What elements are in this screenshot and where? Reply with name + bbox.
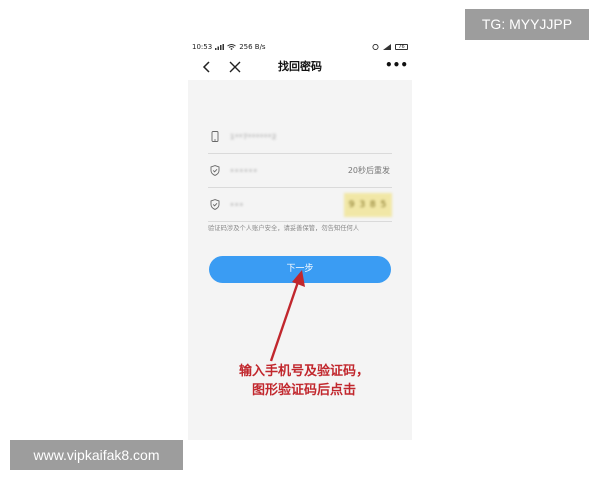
- annotation-line-1: 输入手机号及验证码，: [238, 364, 369, 379]
- shield-icon: [210, 199, 220, 210]
- wifi-icon: [227, 44, 236, 50]
- recovery-form: 1**7******2 •••••• 20秒后重发 ••• 9 3 8 5: [208, 120, 392, 222]
- alarm-icon: [372, 44, 379, 50]
- close-icon[interactable]: [228, 60, 242, 74]
- security-notice: 验证码涉及个人账户安全，请妥善保管，勿告知任何人: [208, 225, 360, 232]
- captcha-field[interactable]: ••• 9 3 8 5: [208, 188, 392, 222]
- status-bar: 10:53 256 B/s 76: [188, 40, 412, 54]
- instruction-annotation: 输入手机号及验证码， 图形验证码后点击: [212, 362, 396, 400]
- sms-code-field[interactable]: •••••• 20秒后重发: [208, 154, 392, 188]
- sms-code-value: ••••••: [230, 166, 258, 175]
- phone-field[interactable]: 1**7******2: [208, 120, 392, 154]
- network-speed: 256 B/s: [239, 43, 266, 51]
- captcha-value: •••: [230, 200, 244, 209]
- tg-watermark: TG: MYYJJPP: [465, 9, 589, 40]
- signal-icon: [215, 44, 225, 50]
- annotation-line-2: 图形验证码后点击: [251, 383, 356, 398]
- cellular-icon: [383, 44, 391, 50]
- chevron-left-icon[interactable]: [201, 60, 213, 74]
- battery-icon: 76: [395, 44, 408, 50]
- phone-value: 1**7******2: [230, 132, 277, 141]
- status-time: 10:53: [192, 43, 213, 51]
- phone-icon: [211, 131, 219, 142]
- url-watermark: www.vipkaifak8.com: [10, 440, 183, 470]
- more-menu-icon[interactable]: •••: [385, 59, 408, 74]
- shield-icon: [210, 165, 220, 176]
- nav-bar: 找回密码 •••: [188, 54, 412, 80]
- captcha-image[interactable]: 9 3 8 5: [344, 193, 392, 217]
- arrow-annotation-icon: [269, 270, 305, 362]
- page-title: 找回密码: [278, 60, 322, 73]
- resend-countdown[interactable]: 20秒后重发: [348, 154, 390, 188]
